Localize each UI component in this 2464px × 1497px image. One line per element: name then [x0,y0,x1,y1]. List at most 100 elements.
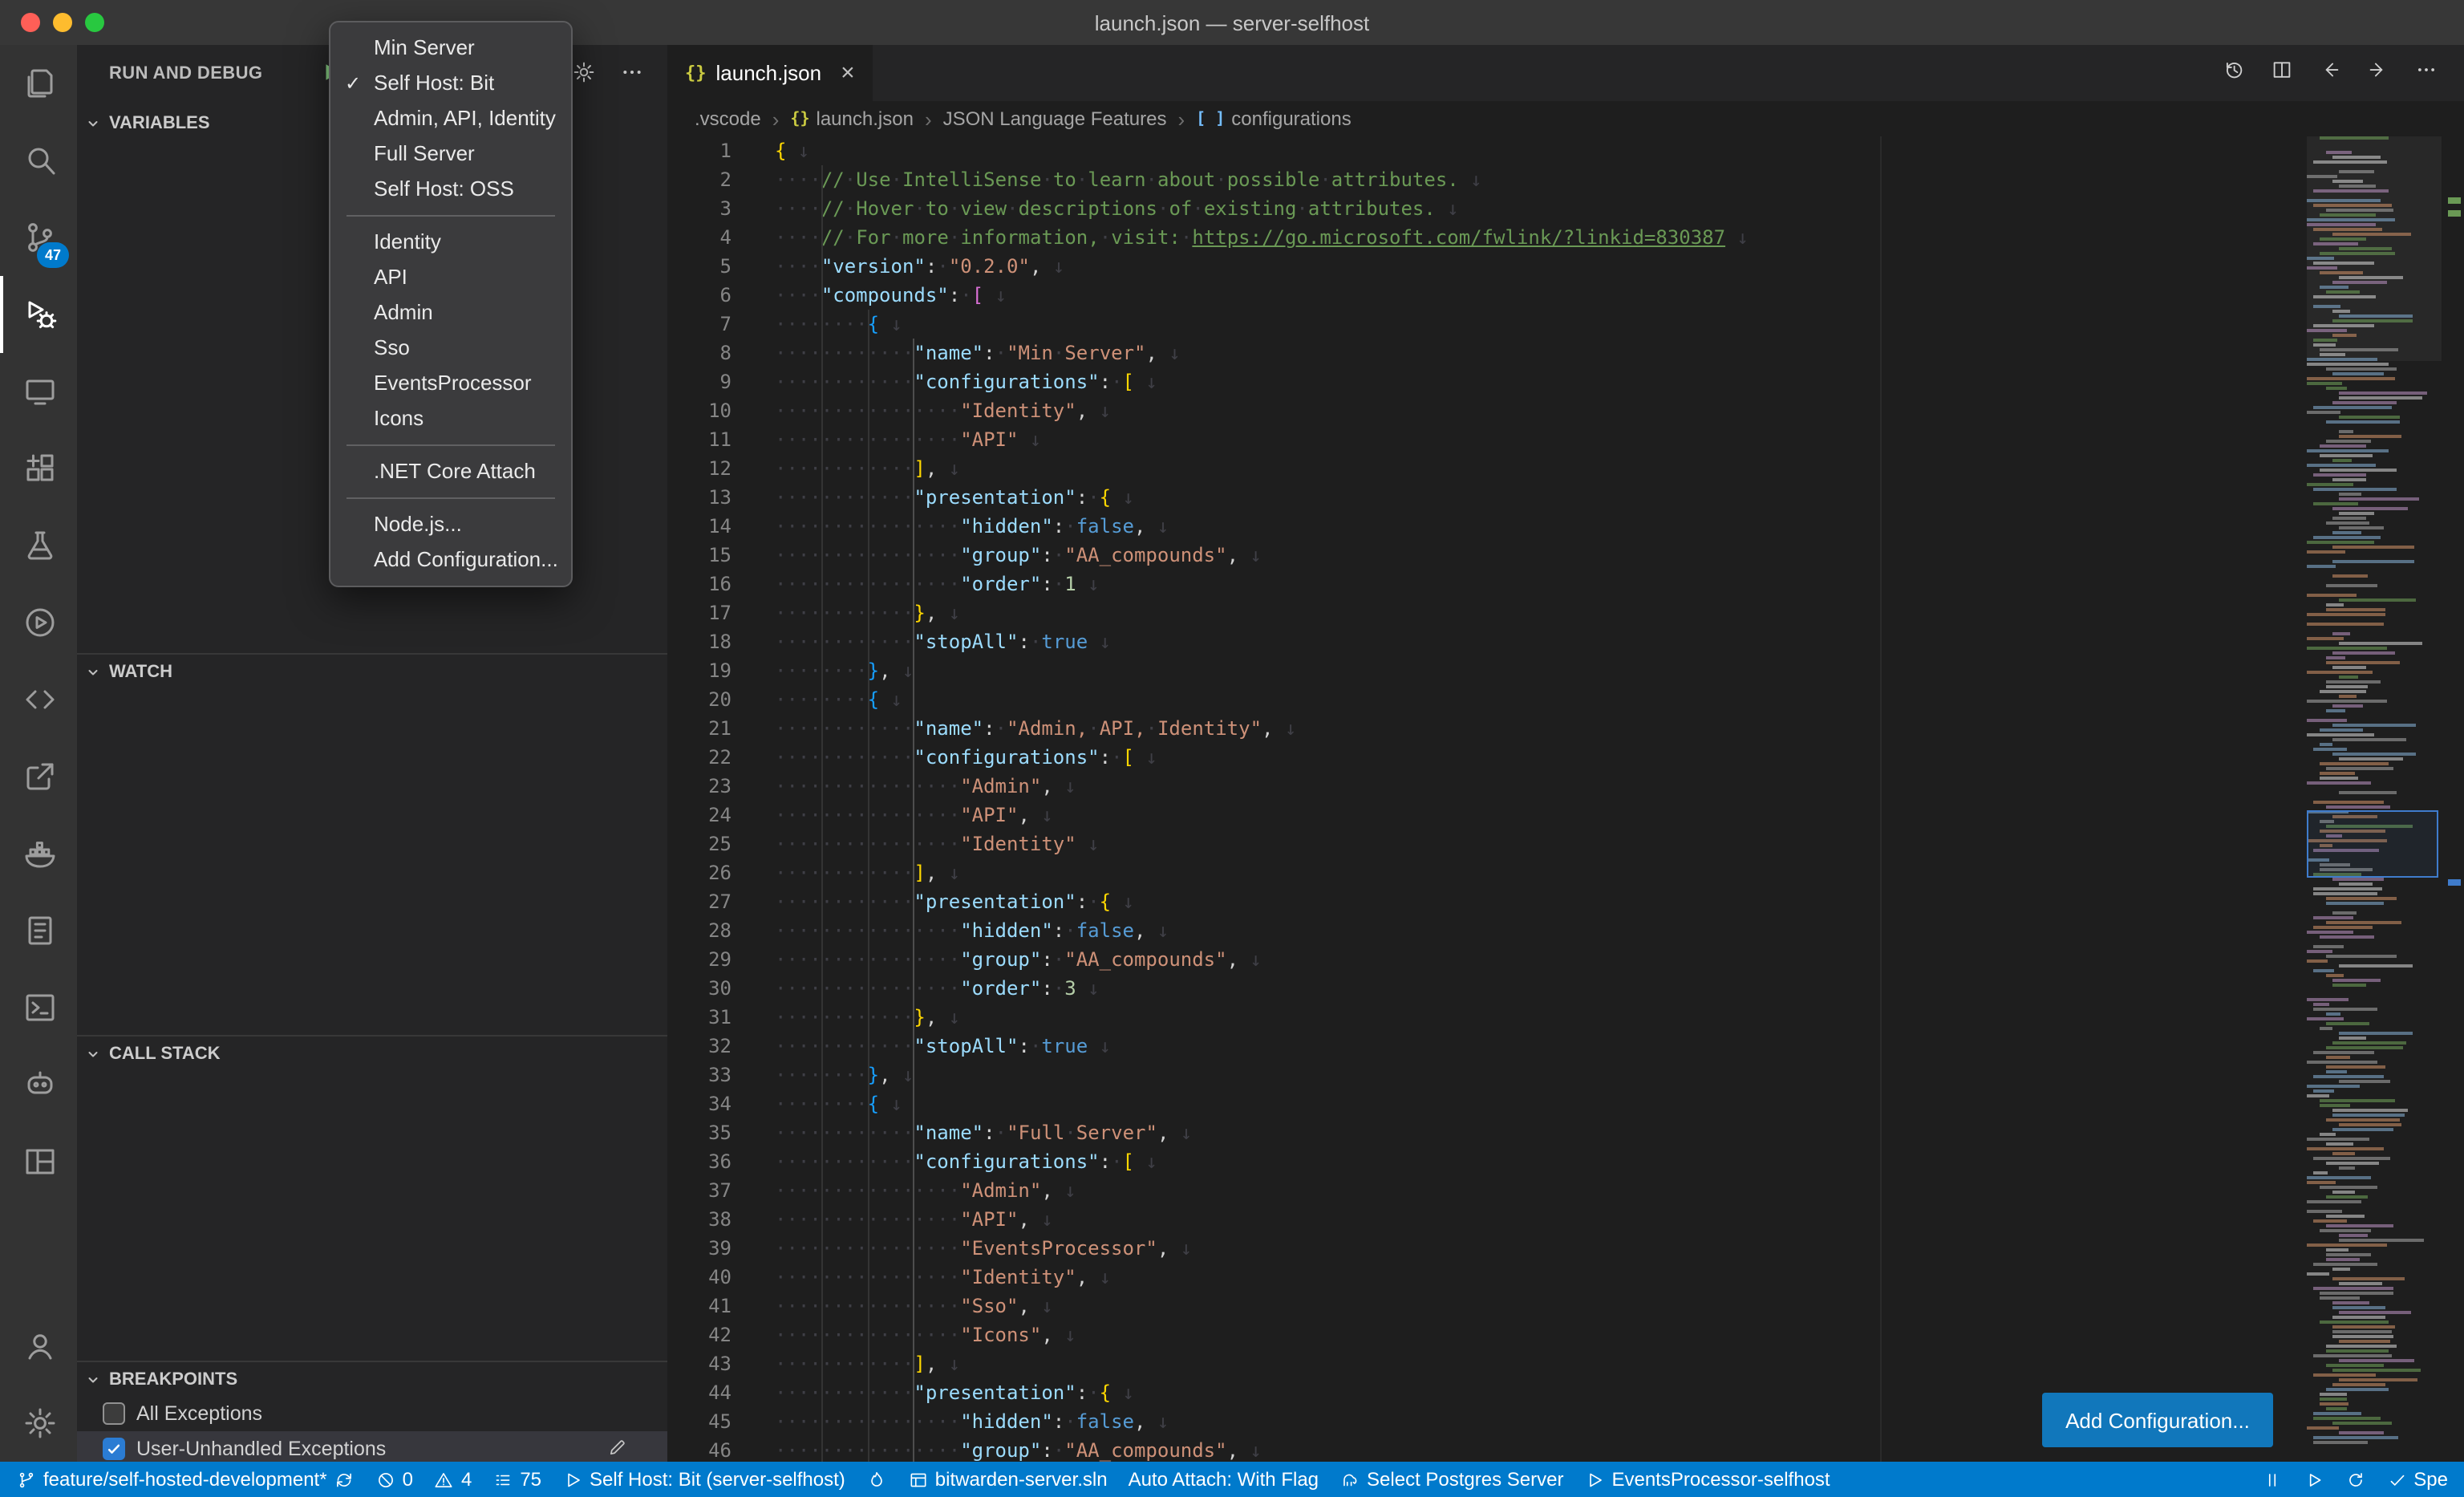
breakpoint-row[interactable]: User-Unhandled Exceptions [77,1431,667,1462]
line-number[interactable]: 37 [667,1176,732,1205]
line-number[interactable]: 7 [667,310,732,339]
breadcrumb-item[interactable]: [ ]configurations [1196,108,1352,130]
navigate-forward-icon[interactable] [2366,57,2390,89]
line-number[interactable]: 35 [667,1118,732,1147]
activity-rest-client[interactable] [0,661,77,738]
code-editor[interactable]: 1{ ↓2····//·Use·IntelliSense·to·learn·ab… [667,136,2307,1462]
menu-item[interactable]: Identity [330,225,571,260]
status-git-branch[interactable]: feature/self-hosted-development* [16,1468,355,1491]
line-number[interactable]: 19 [667,656,732,685]
breadcrumb-item[interactable]: {}launch.json [790,108,914,130]
line-number[interactable]: 11 [667,425,732,454]
line-number[interactable]: 45 [667,1407,732,1436]
line-number[interactable]: 41 [667,1292,732,1321]
line-number[interactable]: 34 [667,1089,732,1118]
line-number[interactable]: 22 [667,743,732,772]
breadcrumb-item[interactable]: .vscode [695,108,761,130]
line-number[interactable]: 26 [667,858,732,887]
status-refresh[interactable] [2344,1469,2365,1490]
line-number[interactable]: 3 [667,194,732,223]
menu-item[interactable]: API [330,260,571,295]
section-watch[interactable]: WATCH [77,653,667,688]
navigate-back-icon[interactable] [2318,57,2342,89]
line-number[interactable]: 8 [667,339,732,367]
activity-code-runner[interactable] [0,584,77,661]
activity-account[interactable] [0,1308,77,1385]
line-number[interactable]: 5 [667,252,732,281]
add-configuration-button[interactable]: Add Configuration... [2042,1393,2273,1447]
activity-testing[interactable] [0,507,77,584]
close-window-button[interactable] [21,13,40,32]
menu-item[interactable]: Node.js... [330,507,571,542]
activity-remote-explorer[interactable] [0,353,77,430]
close-tab-icon[interactable]: × [841,61,855,85]
status-errors[interactable]: 0 [375,1468,413,1491]
line-number[interactable]: 44 [667,1378,732,1407]
minimap[interactable] [2307,136,2442,1462]
timeline-history-icon[interactable] [2222,57,2246,89]
menu-item[interactable]: Add Configuration... [330,542,571,578]
line-number[interactable]: 33 [667,1061,732,1089]
menu-item[interactable]: Sso [330,331,571,366]
debug-settings-gear-icon[interactable] [571,59,597,93]
menu-item[interactable]: Full Server [330,136,571,172]
line-number[interactable]: 12 [667,454,732,483]
activity-sql-tools[interactable] [0,969,77,1046]
breakpoint-checkbox[interactable] [103,1402,125,1425]
line-number[interactable]: 14 [667,512,732,541]
line-number[interactable]: 1 [667,136,732,165]
status-play[interactable] [2303,1469,2324,1490]
line-number[interactable]: 21 [667,714,732,743]
activity-notebook[interactable] [0,892,77,969]
menu-item[interactable]: Admin [330,295,571,331]
menu-item[interactable]: Min Server [330,30,571,66]
menu-item[interactable]: Self Host: OSS [330,172,571,207]
line-number[interactable]: 27 [667,887,732,916]
zoom-window-button[interactable] [85,13,104,32]
status-warnings[interactable]: 4 [434,1468,472,1491]
line-number[interactable]: 28 [667,916,732,945]
pencil-icon[interactable] [606,1435,629,1458]
status-spell[interactable]: Spe [2386,1468,2448,1491]
section-breakpoints[interactable]: BREAKPOINTS [77,1361,667,1396]
split-editor-icon[interactable] [2270,57,2294,89]
line-number[interactable]: 9 [667,367,732,396]
line-number[interactable]: 32 [667,1032,732,1061]
section-call-stack[interactable]: CALL STACK [77,1035,667,1070]
editor-more-icon[interactable] [2414,57,2438,89]
line-number[interactable]: 4 [667,223,732,252]
line-number[interactable]: 40 [667,1263,732,1292]
menu-item[interactable]: Icons [330,401,571,436]
line-number[interactable]: 6 [667,281,732,310]
status-tasks-count[interactable]: 75 [492,1468,541,1491]
status-pause[interactable] [2261,1469,2282,1490]
line-number[interactable]: 30 [667,974,732,1003]
breadcrumb-item[interactable]: JSON Language Features [943,108,1167,130]
line-number[interactable]: 38 [667,1205,732,1234]
breakpoint-checkbox[interactable] [103,1438,125,1460]
status-auto-attach[interactable]: Auto Attach: With Flag [1129,1468,1319,1491]
status-events-processor[interactable]: EventsProcessor-selfhost [1584,1468,1830,1491]
menu-item[interactable]: EventsProcessor [330,366,571,401]
activity-explorer[interactable] [0,45,77,122]
activity-copilot[interactable] [0,1046,77,1123]
line-number[interactable]: 2 [667,165,732,194]
activity-run-and-debug[interactable] [0,276,77,353]
status-postgres[interactable]: Select Postgres Server [1339,1468,1563,1491]
status-debug-config[interactable]: Self Host: Bit (server-selfhost) [562,1468,845,1491]
activity-search[interactable] [0,122,77,199]
line-number[interactable]: 17 [667,598,732,627]
edit-pencil-icon[interactable] [606,1435,629,1462]
line-number[interactable]: 29 [667,945,732,974]
line-number[interactable]: 23 [667,772,732,801]
line-number[interactable]: 15 [667,541,732,570]
activity-extensions[interactable] [0,430,77,507]
line-number[interactable]: 18 [667,627,732,656]
activity-docker[interactable] [0,815,77,892]
line-number[interactable]: 39 [667,1234,732,1263]
activity-layouts[interactable] [0,1123,77,1200]
activity-source-control[interactable]: 47 [0,199,77,276]
menu-item[interactable]: .NET Core Attach [330,454,571,489]
line-number[interactable]: 24 [667,801,732,830]
line-number[interactable]: 36 [667,1147,732,1176]
